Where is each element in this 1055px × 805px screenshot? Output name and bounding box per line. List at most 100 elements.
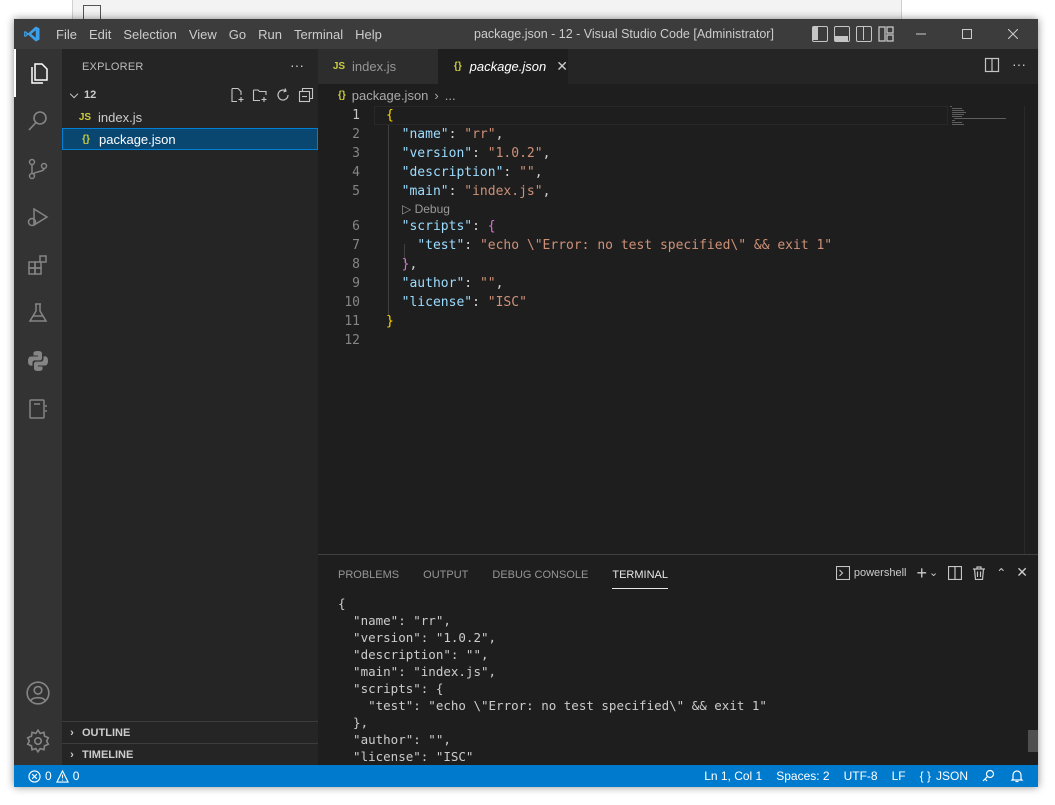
toggle-sidebar-icon[interactable] [812, 26, 828, 42]
run-debug-icon[interactable] [14, 193, 62, 241]
language-mode[interactable]: { } JSON [920, 769, 968, 783]
line-number: 6 [352, 219, 360, 234]
search-icon[interactable] [14, 97, 62, 145]
minimize-button[interactable] [898, 19, 944, 49]
workspace-folder[interactable]: ⌵ 12 [62, 84, 318, 106]
chevron-right-icon: › [70, 748, 74, 761]
tab-problems[interactable]: PROBLEMS [338, 565, 399, 589]
tab-debug-console[interactable]: DEBUG CONSOLE [492, 565, 588, 589]
json-file-icon: {} [82, 133, 90, 145]
menu-terminal[interactable]: Terminal [288, 27, 349, 42]
explorer-more-icon[interactable]: ··· [290, 57, 304, 73]
settings-gear-icon[interactable] [14, 717, 62, 765]
file-index-js[interactable]: JS index.js [62, 106, 318, 128]
notifications-bell-icon[interactable] [1010, 769, 1024, 783]
close-panel-icon[interactable]: ✕ [1016, 564, 1028, 581]
chevron-down-icon[interactable]: ⌄ [929, 566, 938, 579]
background-window-icon [83, 5, 101, 20]
testing-icon[interactable] [14, 289, 62, 337]
background-window [72, 0, 902, 20]
error-icon [28, 769, 41, 783]
timeline-title: TIMELINE [82, 748, 134, 761]
line-number: 10 [344, 295, 360, 310]
outline-section[interactable]: › OUTLINE [62, 721, 318, 743]
trash-icon[interactable] [972, 565, 986, 580]
breadcrumb: {} package.json › ... [318, 84, 1038, 106]
code-line-4: "description": "", [401, 165, 543, 180]
terminal-line: "scripts": { [338, 681, 444, 696]
toggle-secondary-sidebar-icon[interactable] [856, 26, 872, 42]
js-file-icon: JS [78, 111, 92, 123]
indentation[interactable]: Spaces: 2 [776, 769, 829, 783]
refresh-icon[interactable] [275, 87, 291, 103]
code-line-1: { [386, 108, 394, 123]
collapse-all-icon[interactable] [298, 87, 314, 103]
terminal-scrollbar[interactable] [1028, 730, 1038, 752]
file-name: package.json [99, 131, 176, 147]
tab-output[interactable]: OUTPUT [423, 565, 468, 589]
code-editor[interactable]: 1 2 3 4 5 6 7 8 9 10 11 12 { "name": "rr… [318, 106, 1038, 554]
code-line-10: "license": "ISC" [401, 295, 527, 310]
breadcrumb-file[interactable]: package.json [352, 88, 429, 103]
json-file-icon: {} [453, 61, 462, 72]
menu-run[interactable]: Run [252, 27, 288, 42]
accounts-icon[interactable] [14, 669, 62, 717]
split-editor-icon[interactable] [984, 57, 1000, 73]
maximize-button[interactable] [944, 19, 990, 49]
bottom-panel: PROBLEMS OUTPUT DEBUG CONSOLE TERMINAL p… [318, 554, 1038, 765]
editor-scrollbar[interactable] [1024, 106, 1038, 554]
terminal-line: "main": "index.js", [338, 664, 497, 679]
python-icon[interactable] [14, 337, 62, 385]
js-file-icon: JS [332, 61, 346, 72]
feedback-icon[interactable] [982, 769, 996, 783]
split-terminal-icon[interactable] [948, 565, 963, 580]
menu-edit[interactable]: Edit [83, 27, 117, 42]
toggle-panel-icon[interactable] [834, 26, 850, 42]
menu-selection[interactable]: Selection [117, 27, 182, 42]
terminal-line: "license": "ISC" [338, 749, 474, 764]
terminal-line: }, [338, 715, 369, 730]
debug-codelens[interactable]: ▷ Debug [402, 201, 450, 217]
new-folder-icon[interactable] [252, 87, 268, 103]
panel-actions: powershell + ⌄ ⌃ ✕ [835, 564, 1028, 582]
error-count: 0 [45, 769, 52, 783]
line-ending[interactable]: LF [892, 769, 906, 783]
notebook-icon[interactable] [14, 385, 62, 433]
menu-view[interactable]: View [183, 27, 223, 42]
file-package-json[interactable]: {} package.json [62, 128, 318, 150]
terminal-shell-name[interactable]: powershell [854, 567, 907, 579]
tab-index-js[interactable]: JS index.js [318, 49, 438, 84]
explorer-title: EXPLORER [82, 60, 144, 73]
terminal-line: "name": "rr", [338, 613, 451, 628]
cursor-position[interactable]: Ln 1, Col 1 [704, 769, 762, 783]
editor-actions: ··· [984, 57, 1026, 73]
window-title: package.json - 12 - Visual Studio Code [… [474, 27, 774, 41]
minimap[interactable] [950, 106, 1010, 126]
line-number: 2 [352, 127, 360, 142]
close-window-button[interactable] [990, 19, 1036, 49]
menu-file[interactable]: File [50, 27, 83, 42]
braces-icon: { } [919, 769, 931, 783]
line-number: 9 [352, 276, 360, 291]
timeline-section[interactable]: › TIMELINE [62, 743, 318, 765]
code-line-3: "version": "1.0.2", [401, 146, 551, 161]
close-tab-icon[interactable]: ✕ [556, 58, 568, 75]
extensions-icon[interactable] [14, 241, 62, 289]
encoding[interactable]: UTF-8 [844, 769, 878, 783]
customize-layout-icon[interactable] [878, 26, 894, 42]
maximize-panel-icon[interactable]: ⌃ [996, 566, 1006, 580]
explorer-icon[interactable] [14, 49, 62, 97]
source-control-icon[interactable] [14, 145, 62, 193]
terminal-output[interactable]: { "name": "rr", "version": "1.0.2", "des… [338, 595, 767, 765]
breadcrumb-more[interactable]: ... [445, 88, 456, 103]
menu-go[interactable]: Go [223, 27, 252, 42]
new-file-icon[interactable] [229, 87, 245, 103]
more-actions-icon[interactable]: ··· [1012, 57, 1026, 73]
menu-help[interactable]: Help [349, 27, 388, 42]
tab-terminal[interactable]: TERMINAL [612, 565, 668, 589]
new-terminal-icon[interactable]: + [916, 564, 927, 582]
problems-status[interactable]: 0 0 [28, 765, 79, 787]
line-number: 3 [352, 146, 360, 161]
tab-package-json[interactable]: {} package.json ✕ [438, 49, 568, 84]
code-line-11: } [386, 314, 394, 329]
